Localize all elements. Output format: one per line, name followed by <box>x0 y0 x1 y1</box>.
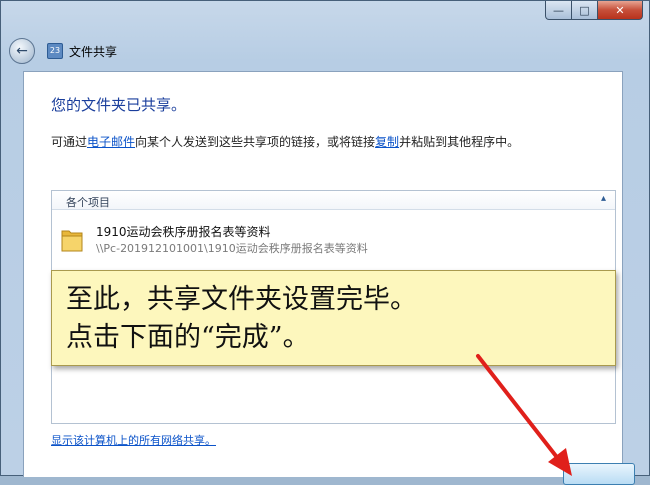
red-arrow-icon <box>476 354 572 476</box>
